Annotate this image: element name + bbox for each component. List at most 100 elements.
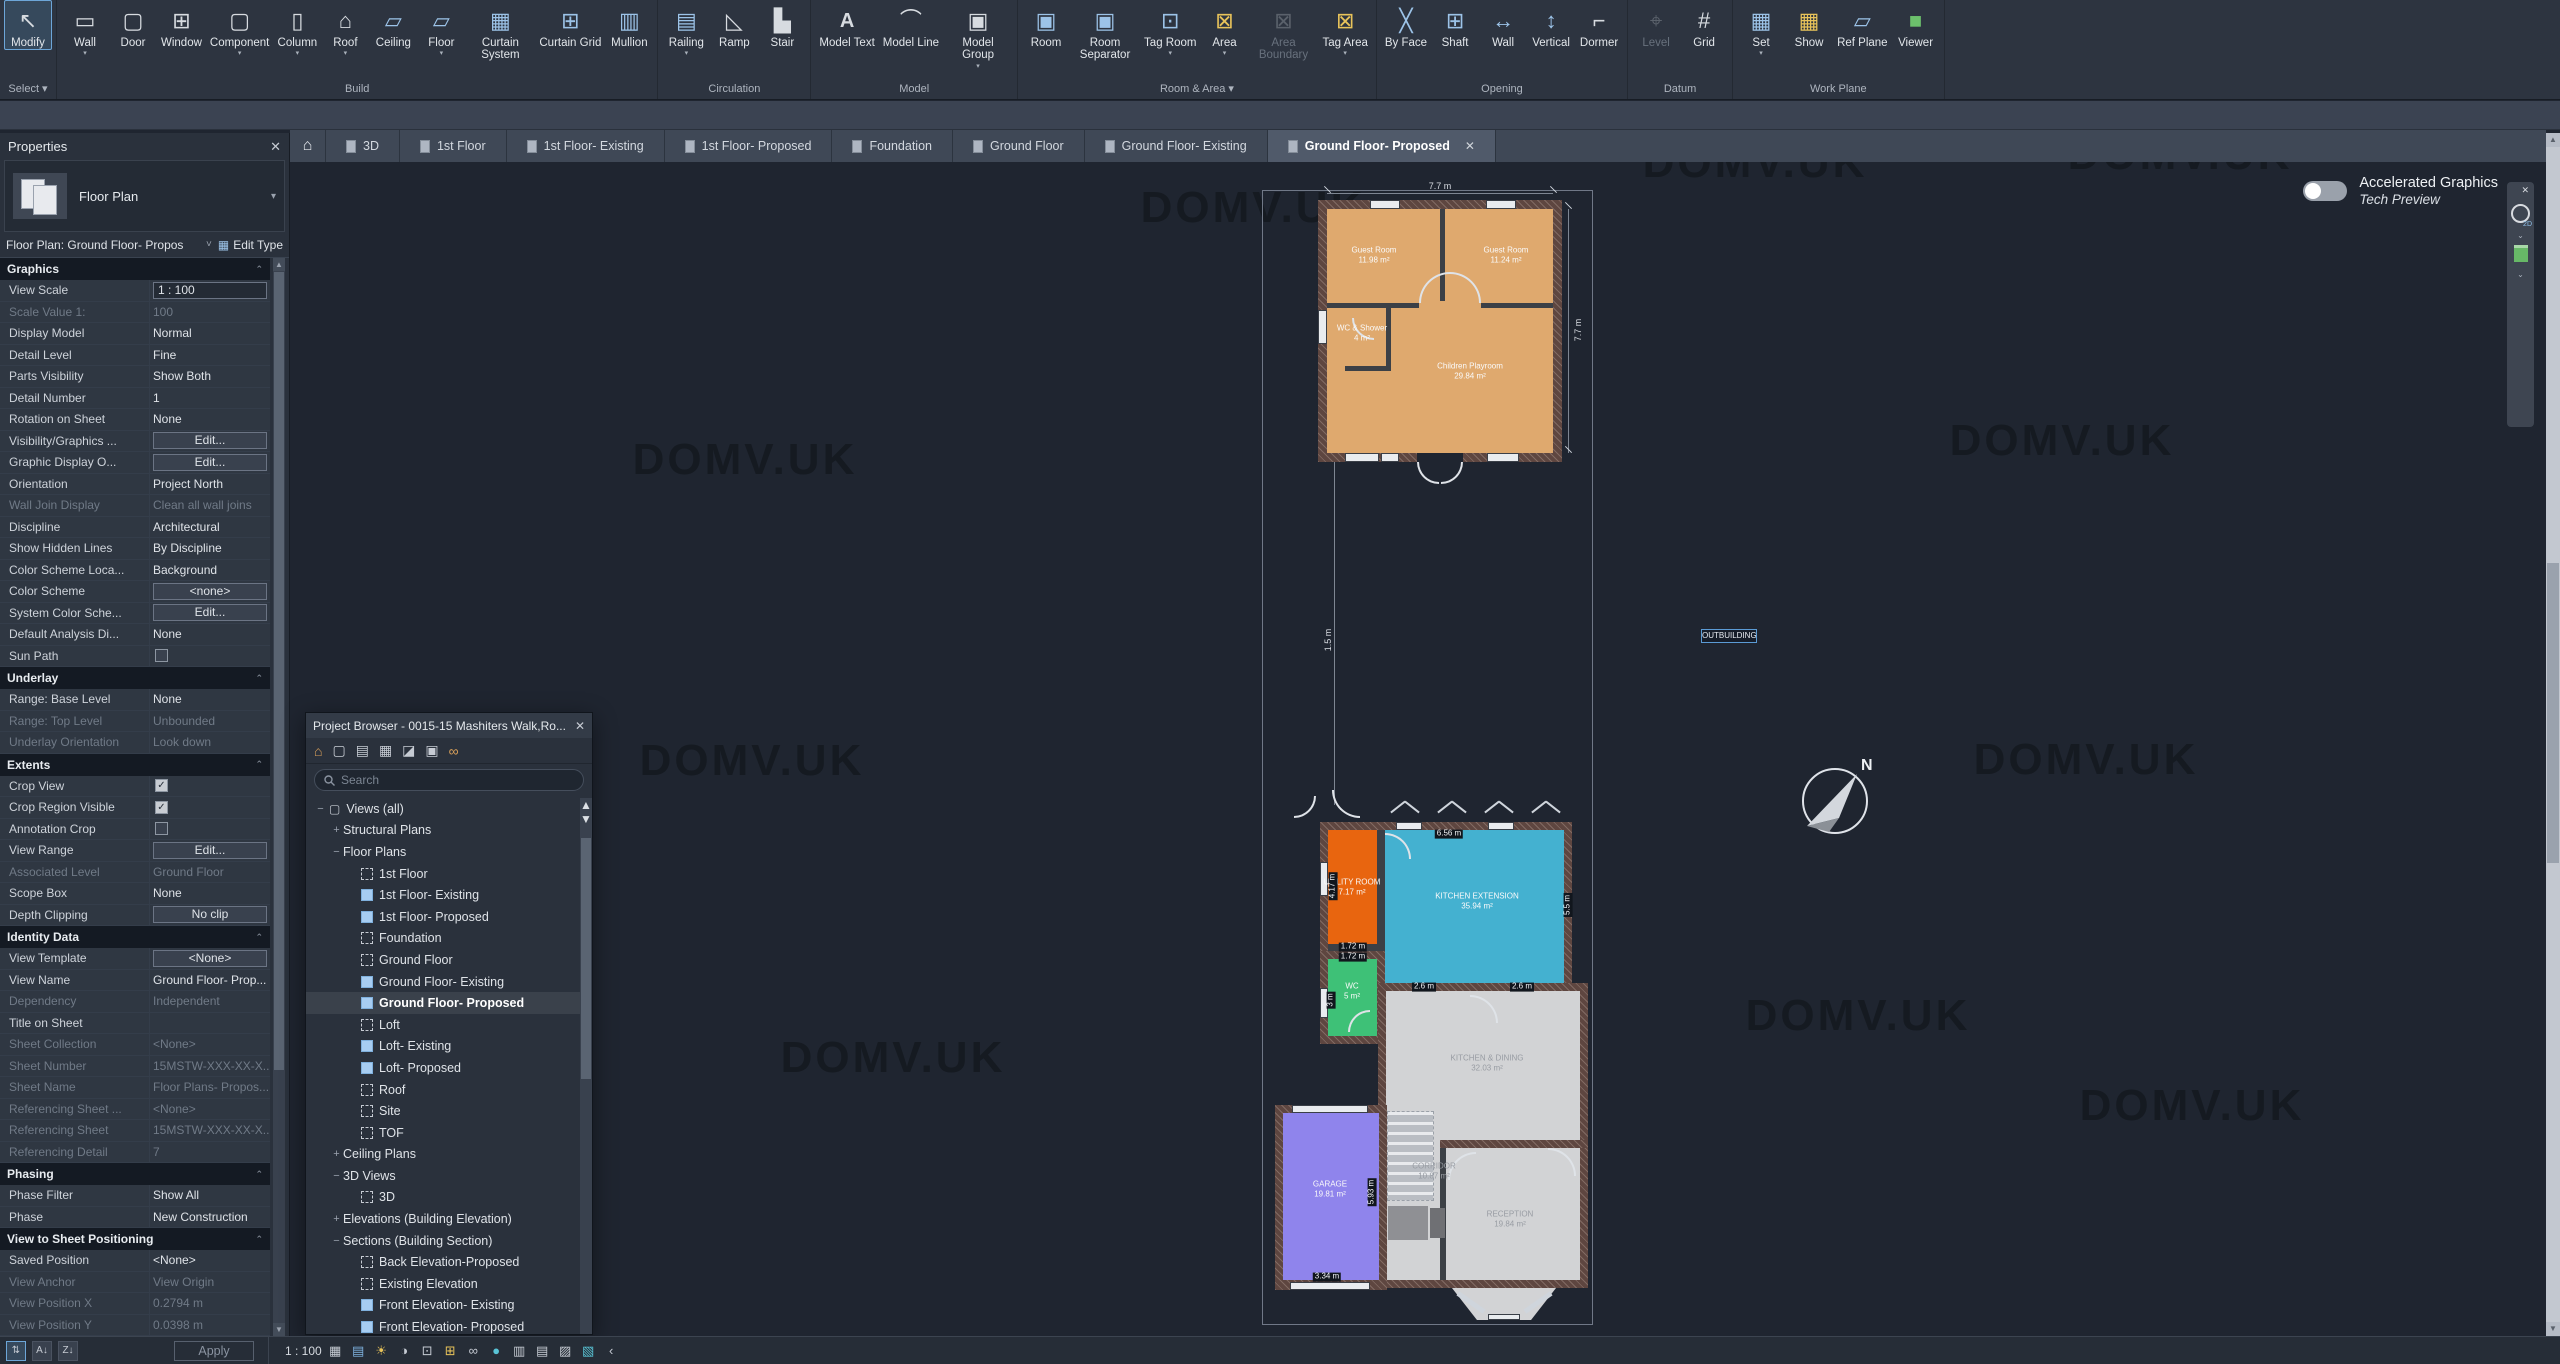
drawing-area[interactable]: DOMV.UKDOMV.UKDOMV.UKDOMV.UKDOMV.UKDOMV.… [290, 162, 2546, 1336]
expander-icon[interactable]: − [314, 803, 327, 815]
tab-foundation[interactable]: Foundation [832, 130, 953, 162]
tool-vertical[interactable]: ↕Vertical [1527, 0, 1575, 50]
browser-schedules-icon[interactable]: ▤ [356, 742, 369, 759]
tree-item-roof[interactable]: Roof [306, 1079, 580, 1101]
browser-links-icon[interactable]: ∞ [449, 743, 459, 759]
browser-families-icon[interactable]: ◪ [402, 742, 415, 759]
tree-item-loft[interactable]: Loft [306, 1014, 580, 1036]
browser-sheets-icon[interactable]: ▦ [379, 742, 392, 759]
tree-item-1st-floor[interactable]: 1st Floor [306, 863, 580, 885]
tree-item-loft-existing[interactable]: Loft- Existing [306, 1036, 580, 1058]
tree-item-ground-floor-proposed[interactable]: Ground Floor- Proposed [306, 992, 580, 1014]
search-input[interactable]: Search [314, 769, 584, 791]
scroll-thumb[interactable] [581, 838, 591, 1079]
tree-item-3d-views[interactable]: −3D Views [306, 1165, 580, 1187]
tool-mullion[interactable]: ▥Mullion [605, 0, 653, 50]
tool-room[interactable]: ▣Room [1022, 0, 1070, 50]
expander-icon[interactable]: − [330, 846, 343, 858]
tab-ground-floor-proposed[interactable]: Ground Floor- Proposed✕ [1268, 130, 1496, 162]
project-browser-close-icon[interactable]: ✕ [575, 719, 585, 733]
tool-wall[interactable]: ↔Wall [1479, 0, 1527, 50]
tab-1st-floor-existing[interactable]: 1st Floor- Existing [507, 130, 665, 162]
collapse-icon[interactable]: ‹ [602, 1341, 621, 1360]
tree-item-ground-floor-existing[interactable]: Ground Floor- Existing [306, 971, 580, 993]
scroll-down-icon[interactable]: ▼ [273, 1323, 285, 1336]
browser-groups-icon[interactable]: ▣ [425, 742, 438, 759]
tool-area[interactable]: ⊠Area▾ [1200, 0, 1248, 58]
scroll-down-icon[interactable]: ▼ [2546, 1322, 2560, 1336]
accelerated-graphics-toggle[interactable] [2303, 181, 2347, 201]
tool-by-face[interactable]: ╳By Face [1381, 0, 1431, 50]
tree-item-front-elevation-existing[interactable]: Front Elevation- Existing [306, 1295, 580, 1317]
shadows-icon[interactable]: ◑ [395, 1341, 414, 1360]
tree-item-site[interactable]: Site [306, 1100, 580, 1122]
tool-viewer[interactable]: ■Viewer [1892, 0, 1940, 50]
instance-caret-icon[interactable]: ˅ [206, 239, 212, 250]
worksharing-display-icon[interactable]: ▥ [510, 1341, 529, 1360]
tool-roof[interactable]: ⌂Roof▾ [321, 0, 369, 58]
value-button[interactable]: <none> [153, 583, 267, 600]
properties-close-icon[interactable]: ✕ [270, 139, 281, 155]
steering-wheel-icon[interactable] [2511, 204, 2530, 223]
scroll-down-icon[interactable]: ▼ [580, 812, 592, 826]
tool-grid[interactable]: #Grid [1680, 0, 1728, 50]
tool-model-text[interactable]: AModel Text [815, 0, 878, 50]
temporary-view-properties-icon[interactable]: ▤ [533, 1341, 552, 1360]
canvas-scrollbar[interactable]: ▲ ▼ [2546, 133, 2560, 1336]
tree-item-existing-elevation[interactable]: Existing Elevation [306, 1273, 580, 1295]
tree-item-floor-plans[interactable]: −Floor Plans [306, 841, 580, 863]
value-button[interactable]: Edit... [153, 842, 267, 859]
value-button[interactable]: No clip [153, 906, 267, 923]
show-crop-region-icon[interactable]: ⊞ [441, 1341, 460, 1360]
tool-column[interactable]: ▯Column▾ [273, 0, 321, 58]
apply-button[interactable]: Apply [174, 1341, 254, 1361]
expander-icon[interactable]: + [330, 1213, 343, 1225]
tree-item-1st-floor-existing[interactable]: 1st Floor- Existing [306, 884, 580, 906]
edit-type-button[interactable]: ▦ Edit Type [218, 238, 283, 252]
tool-tag-room[interactable]: ⊡Tag Room▾ [1140, 0, 1200, 58]
tree-item-3d[interactable]: 3D [306, 1187, 580, 1209]
tab-1st-floor-proposed[interactable]: 1st Floor- Proposed [665, 130, 833, 162]
tree-item-back-elevation-proposed[interactable]: Back Elevation-Proposed [306, 1251, 580, 1273]
tool-ceiling[interactable]: ▱Ceiling [369, 0, 417, 50]
tree-item-elevations-building-elevation[interactable]: +Elevations (Building Elevation) [306, 1208, 580, 1230]
checkbox-checked[interactable]: ✓ [155, 801, 168, 814]
analytical-model-icon[interactable]: ▨ [556, 1341, 575, 1360]
expander-icon[interactable]: − [330, 1235, 343, 1247]
tool-curtain-grid[interactable]: ⊞Curtain Grid [535, 0, 605, 50]
tool-curtain-system[interactable]: ▦Curtain System [465, 0, 535, 63]
scroll-thumb[interactable] [274, 272, 284, 1070]
sun-path-icon[interactable]: ☀ [372, 1341, 391, 1360]
scroll-up-icon[interactable]: ▲ [273, 258, 285, 271]
visual-style-icon[interactable]: ▤ [349, 1341, 368, 1360]
browser-views-icon[interactable]: ▢ [332, 742, 345, 759]
value-button[interactable]: <None> [153, 950, 267, 967]
tab-ground-floor-existing[interactable]: Ground Floor- Existing [1085, 130, 1268, 162]
tool-model-group[interactable]: ▣Model Group▾ [943, 0, 1013, 71]
tool-dormer[interactable]: ⌐Dormer [1575, 0, 1623, 50]
navbar-expand-icon[interactable]: ⌄ [2517, 270, 2524, 279]
tab-3d[interactable]: 3D [326, 130, 400, 162]
expander-icon[interactable]: + [330, 824, 343, 836]
scroll-up-icon[interactable]: ▲ [580, 798, 592, 812]
tree-item-views-all[interactable]: −▢Views (all) [306, 798, 580, 820]
filter-sort-icon[interactable]: ⇅ [6, 1341, 26, 1361]
tool-area-boundary[interactable]: ⊠Area Boundary [1248, 0, 1318, 63]
tool-model-line[interactable]: ⌒Model Line [879, 0, 943, 50]
value-input[interactable]: 1 : 100 [153, 282, 267, 299]
tree-item-sections-building-section[interactable]: −Sections (Building Section) [306, 1230, 580, 1252]
tree-item-front-elevation-proposed[interactable]: Front Elevation- Proposed [306, 1316, 580, 1334]
browser-home-icon[interactable]: ⌂ [314, 743, 322, 759]
outbuilding-tag[interactable]: OUTBUILDING [1701, 629, 1757, 643]
tool-railing[interactable]: ▤Railing▾ [662, 0, 710, 58]
tool-door[interactable]: ▢Door [109, 0, 157, 50]
expander-icon[interactable]: + [330, 1148, 343, 1160]
value-button[interactable]: Edit... [153, 432, 267, 449]
properties-scrollbar[interactable]: ▲ ▼ [273, 258, 285, 1336]
tool-level[interactable]: ⌖Level [1632, 0, 1680, 50]
tool-room-separator[interactable]: ▣Room Separator [1070, 0, 1140, 63]
navbar-close-icon[interactable]: ✕ [2521, 185, 2529, 196]
reveal-constraints-icon[interactable]: ▧ [579, 1341, 598, 1360]
tool-set[interactable]: ▦Set▾ [1737, 0, 1785, 58]
tool-component[interactable]: ▢Component▾ [206, 0, 273, 58]
